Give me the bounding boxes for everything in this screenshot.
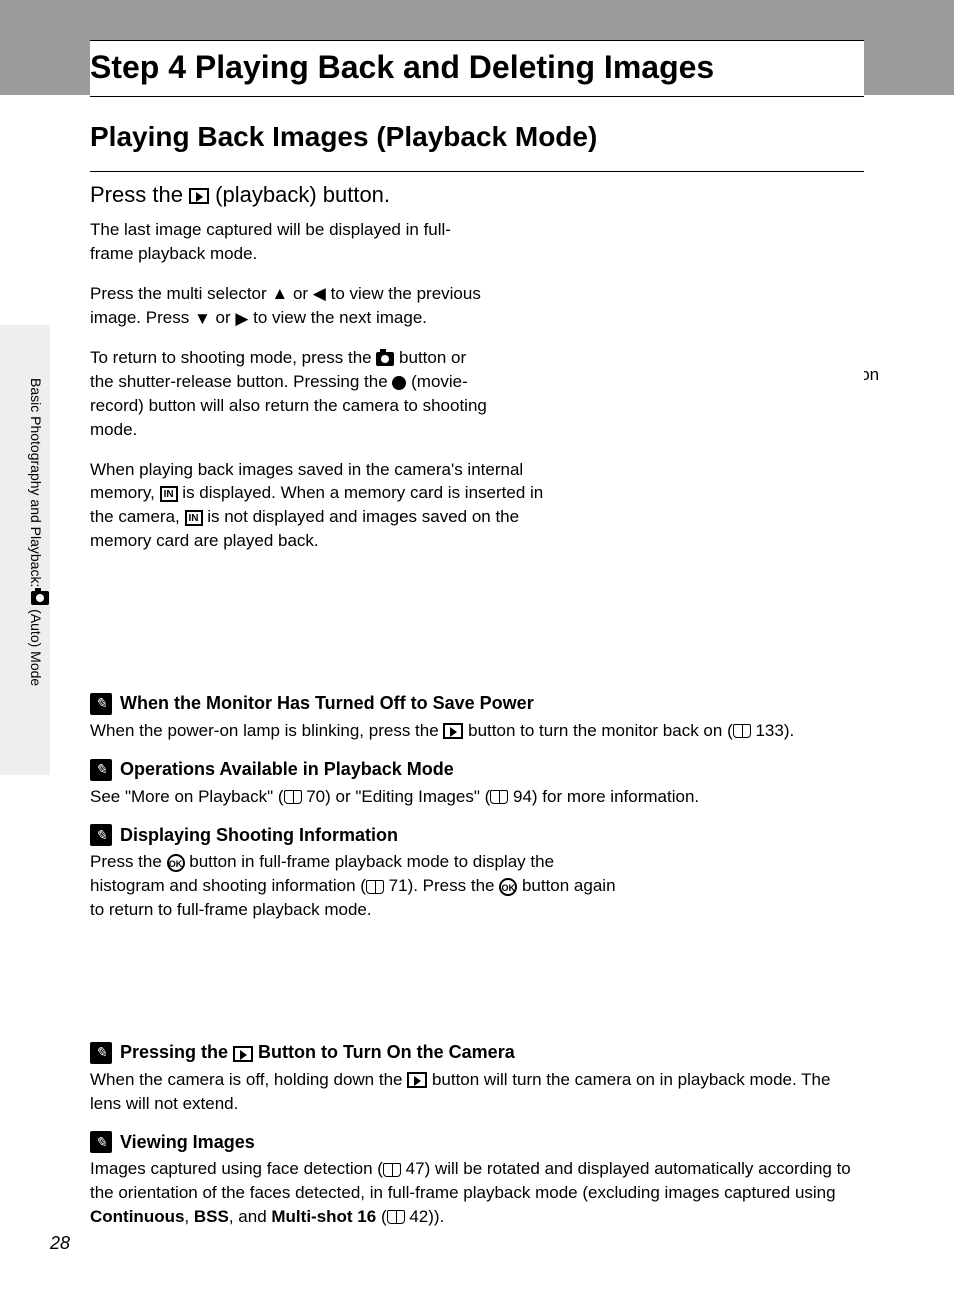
playback-icon	[407, 1072, 427, 1088]
book-icon	[733, 724, 751, 738]
note-operations-available: ✎ Operations Available in Playback Mode …	[90, 759, 864, 809]
ok-icon: OK	[167, 854, 185, 872]
note-turn-on-camera: ✎ Pressing the Button to Turn On the Cam…	[90, 1042, 864, 1116]
text: Button to Turn On the Camera	[253, 1042, 515, 1062]
note-body: Images captured using face detection ( 4…	[90, 1157, 864, 1228]
note-monitor-off: ✎ When the Monitor Has Turned Off to Sav…	[90, 693, 864, 743]
record-dot-icon	[392, 376, 406, 390]
rule-under-step	[90, 96, 864, 97]
text-bold: Continuous	[90, 1207, 184, 1226]
book-icon	[284, 790, 302, 804]
rule-under-section	[90, 171, 864, 172]
arrow-left-icon	[313, 282, 326, 306]
step-title: Step 4 Playing Back and Deleting Images	[90, 49, 864, 86]
text: Pressing the	[120, 1042, 233, 1062]
text: 133).	[751, 721, 794, 740]
playback-icon	[189, 188, 209, 204]
arrow-up-icon	[271, 282, 288, 306]
pencil-icon: ✎	[90, 693, 112, 715]
arrow-right-icon	[235, 307, 248, 331]
rule-top	[90, 40, 864, 41]
playback-icon	[443, 723, 463, 739]
note-shooting-info: ✎ Displaying Shooting Information Press …	[90, 824, 864, 921]
note-title: Operations Available in Playback Mode	[120, 759, 454, 780]
text: to view the next image.	[248, 308, 427, 327]
internal-memory-icon: IN	[160, 486, 178, 502]
note-body: When the camera is off, holding down the…	[90, 1068, 864, 1116]
ok-icon: OK	[499, 878, 517, 896]
note-body: See "More on Playback" ( 70) or "Editing…	[90, 785, 864, 809]
text: (	[376, 1207, 386, 1226]
text: button to turn the monitor back on (	[463, 721, 732, 740]
text: (playback) button.	[209, 182, 390, 207]
book-icon	[366, 880, 384, 894]
text: ,	[184, 1207, 193, 1226]
playback-icon	[233, 1046, 253, 1062]
paragraph: The last image captured will be displaye…	[90, 218, 490, 266]
arrow-down-icon	[194, 307, 211, 331]
note-body: When the power-on lamp is blinking, pres…	[90, 719, 864, 743]
section-title: Playing Back Images (Playback Mode)	[90, 121, 864, 153]
text: or	[211, 308, 236, 327]
text: 71). Press the	[384, 876, 499, 895]
camera-icon	[376, 352, 394, 366]
text: Press the multi selector	[90, 284, 271, 303]
text: See "More on Playback" (	[90, 787, 284, 806]
note-title: Displaying Shooting Information	[120, 825, 398, 846]
text-bold: Multi-shot 16	[271, 1207, 376, 1226]
book-icon	[490, 790, 508, 804]
text: When the camera is off, holding down the	[90, 1070, 407, 1089]
text: Press the	[90, 852, 167, 871]
camera-icon	[31, 591, 49, 605]
paragraph: When playing back images saved in the ca…	[90, 458, 570, 553]
book-icon	[387, 1210, 405, 1224]
paragraph: Press the multi selector or to view the …	[90, 282, 490, 331]
text: 70) or "Editing Images" (	[302, 787, 491, 806]
side-tab-text: Basic Photography and Playback: (Auto) M…	[28, 378, 49, 686]
text-bold: BSS	[194, 1207, 229, 1226]
note-title: Pressing the Button to Turn On the Camer…	[120, 1042, 515, 1063]
book-icon	[383, 1163, 401, 1177]
note-body: Press the OK button in full-frame playba…	[90, 850, 620, 921]
note-title: Viewing Images	[120, 1132, 255, 1153]
text: Images captured using face detection (	[90, 1159, 383, 1178]
text: or	[288, 284, 313, 303]
note-title: When the Monitor Has Turned Off to Save …	[120, 693, 534, 714]
instruction-heading: Press the (playback) button.	[90, 182, 864, 208]
text: When the power-on lamp is blinking, pres…	[90, 721, 443, 740]
text: 94) for more information.	[508, 787, 699, 806]
pencil-icon: ✎	[90, 1042, 112, 1064]
internal-memory-icon: IN	[185, 510, 203, 526]
note-viewing-images: ✎ Viewing Images Images captured using f…	[90, 1131, 864, 1228]
pencil-icon: ✎	[90, 824, 112, 846]
pencil-icon: ✎	[90, 759, 112, 781]
pencil-icon: ✎	[90, 1131, 112, 1153]
text: To return to shooting mode, press the	[90, 348, 376, 367]
text: Press the	[90, 182, 189, 207]
paragraph: To return to shooting mode, press the bu…	[90, 346, 490, 441]
text: 42)).	[405, 1207, 445, 1226]
text: , and	[229, 1207, 272, 1226]
